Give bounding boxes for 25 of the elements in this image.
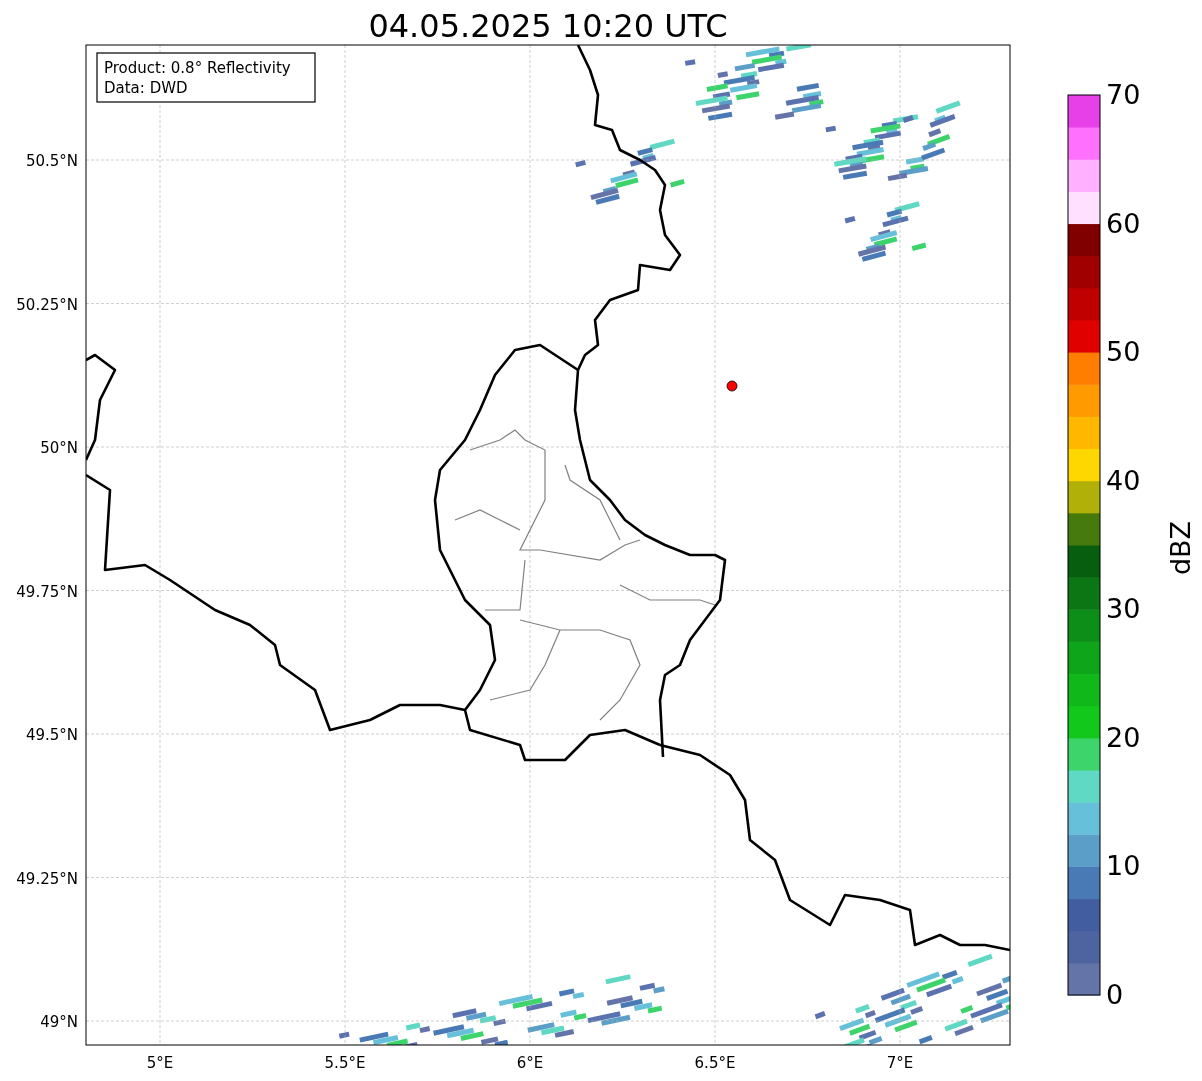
colorbar-tick-label: 10 (1106, 850, 1141, 882)
longitude-tick-label: 6.5°E (694, 1054, 736, 1072)
colorbar-tick-label: 50 (1106, 336, 1141, 368)
latitude-tick-label: 49.75°N (16, 582, 78, 601)
latitude-tick-label: 50°N (40, 439, 78, 457)
longitude-tick-label: 5°E (146, 1054, 174, 1072)
colorbar-label: dBZ (1165, 520, 1196, 576)
latitude-tick-label: 50.5°N (25, 152, 78, 170)
latitude-tick-label: 50.25°N (16, 295, 78, 314)
colorbar-tick-label: 70 (1106, 79, 1141, 110)
info-text: Data: DWD (104, 79, 188, 97)
info-text: Product: 0.8° Reflectivity (104, 59, 291, 77)
colorbar-tick-label: 0 (1106, 979, 1124, 1010)
colorbar-tick-label: 40 (1106, 464, 1141, 496)
latitude-tick-label: 49.25°N (16, 869, 78, 888)
colorbar-tick-label: 60 (1106, 207, 1141, 239)
radar-site-marker (726, 380, 738, 392)
colorbar-tick-label: 30 (1106, 593, 1141, 625)
latitude-tick-label: 49.5°N (25, 726, 78, 744)
colorbar-tick-label: 20 (1106, 721, 1141, 753)
longitude-tick-label: 6°E (516, 1054, 544, 1072)
longitude-tick-label: 5.5°E (324, 1054, 366, 1072)
latitude-tick-label: 49°N (40, 1013, 78, 1031)
longitude-tick-label: 7°E (886, 1054, 914, 1072)
chart-title: 04.05.2025 10:20 UTC (368, 7, 728, 45)
